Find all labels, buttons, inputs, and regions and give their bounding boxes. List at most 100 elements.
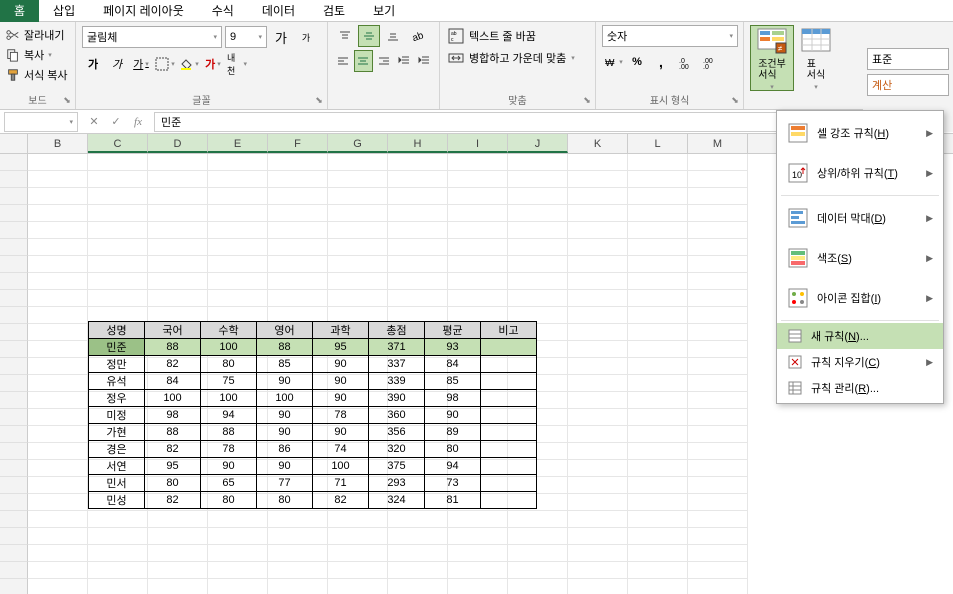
cell[interactable] (688, 443, 748, 460)
row-header[interactable] (0, 409, 28, 426)
increase-decimal-button[interactable]: .0.00 (674, 51, 696, 73)
insert-function-button[interactable]: fx (128, 112, 148, 132)
cell[interactable] (28, 443, 88, 460)
cell[interactable] (688, 256, 748, 273)
cell[interactable] (148, 239, 208, 256)
table-header[interactable]: 총점 (369, 322, 425, 339)
cell[interactable] (88, 545, 148, 562)
table-cell[interactable]: 90 (425, 407, 481, 424)
cell[interactable] (688, 154, 748, 171)
cell[interactable] (688, 375, 748, 392)
row-header[interactable] (0, 545, 28, 562)
cell[interactable] (28, 409, 88, 426)
font-dialog-launcher[interactable]: ⬊ (313, 95, 325, 107)
table-cell[interactable]: 88 (145, 424, 201, 441)
column-header-L[interactable]: L (628, 134, 688, 153)
cell[interactable] (388, 256, 448, 273)
enter-formula-button[interactable]: ✓ (106, 112, 126, 132)
cell[interactable] (448, 256, 508, 273)
cell[interactable] (448, 171, 508, 188)
table-cell[interactable]: 86 (257, 441, 313, 458)
tab-home[interactable]: 홈 (0, 0, 39, 22)
cell[interactable] (448, 188, 508, 205)
cell[interactable] (568, 477, 628, 494)
cell[interactable] (328, 188, 388, 205)
table-cell[interactable]: 90 (313, 390, 369, 407)
cell[interactable] (508, 188, 568, 205)
cell[interactable] (628, 579, 688, 594)
cell[interactable] (268, 205, 328, 222)
tab-data[interactable]: 데이터 (248, 0, 309, 22)
cell[interactable] (508, 171, 568, 188)
table-cell[interactable]: 100 (201, 390, 257, 407)
cell[interactable] (28, 579, 88, 594)
bold-button[interactable]: 가 (82, 53, 104, 75)
cell[interactable] (328, 273, 388, 290)
table-cell[interactable]: 100 (201, 339, 257, 356)
cell[interactable] (568, 392, 628, 409)
table-cell[interactable]: 90 (201, 458, 257, 475)
cell[interactable] (568, 545, 628, 562)
cell[interactable] (208, 562, 268, 579)
cell[interactable] (628, 273, 688, 290)
table-cell[interactable]: 95 (313, 339, 369, 356)
cell[interactable] (388, 511, 448, 528)
cell[interactable] (328, 222, 388, 239)
table-cell[interactable]: 80 (201, 492, 257, 509)
cell[interactable] (208, 154, 268, 171)
cell[interactable] (568, 494, 628, 511)
cf-highlight-cells-rules[interactable]: 셀 강조 규칙(H) ▶ (777, 113, 943, 153)
table-cell[interactable]: 100 (145, 390, 201, 407)
row-header[interactable] (0, 324, 28, 341)
row-header[interactable] (0, 562, 28, 579)
table-cell[interactable]: 320 (369, 441, 425, 458)
table-cell[interactable]: 73 (425, 475, 481, 492)
table-cell[interactable]: 88 (201, 424, 257, 441)
row-header[interactable] (0, 511, 28, 528)
cell[interactable] (568, 460, 628, 477)
format-painter-button[interactable]: 서식 복사 (6, 65, 69, 85)
column-header-F[interactable]: F (268, 134, 328, 153)
cell[interactable] (268, 273, 328, 290)
cell[interactable] (448, 205, 508, 222)
cell[interactable] (148, 188, 208, 205)
table-cell[interactable]: 서연 (89, 458, 145, 475)
row-header[interactable] (0, 392, 28, 409)
cell[interactable] (148, 290, 208, 307)
cell[interactable] (268, 188, 328, 205)
table-cell[interactable]: 80 (201, 356, 257, 373)
cell[interactable] (28, 494, 88, 511)
tab-insert[interactable]: 삽입 (39, 0, 89, 22)
underline-button[interactable]: 가 (130, 53, 152, 75)
cell[interactable] (148, 273, 208, 290)
wrap-text-button[interactable]: abc 텍스트 줄 바꿈 (446, 25, 589, 47)
cell[interactable] (688, 426, 748, 443)
align-right-button[interactable] (375, 50, 393, 72)
table-cell[interactable]: 88 (145, 339, 201, 356)
table-cell[interactable]: 100 (257, 390, 313, 407)
number-format-combo[interactable]: 숫자▾ (602, 25, 738, 47)
cell[interactable] (208, 579, 268, 594)
cell[interactable] (388, 273, 448, 290)
cell[interactable] (208, 511, 268, 528)
table-cell[interactable]: 90 (257, 458, 313, 475)
table-cell[interactable]: 82 (313, 492, 369, 509)
row-header[interactable] (0, 477, 28, 494)
cell[interactable] (388, 562, 448, 579)
cell[interactable] (268, 239, 328, 256)
cell[interactable] (328, 579, 388, 594)
table-row[interactable]: 민성8280808232481 (89, 492, 537, 509)
align-top-button[interactable] (334, 25, 356, 47)
font-size-combo[interactable]: 9▾ (225, 26, 267, 48)
cell[interactable] (448, 222, 508, 239)
cell[interactable] (688, 239, 748, 256)
table-cell[interactable]: 390 (369, 390, 425, 407)
cell[interactable] (268, 171, 328, 188)
cell[interactable] (568, 205, 628, 222)
cell[interactable] (688, 290, 748, 307)
cell[interactable] (628, 545, 688, 562)
cell[interactable] (508, 528, 568, 545)
cell[interactable] (508, 545, 568, 562)
cell[interactable] (628, 290, 688, 307)
cell[interactable] (328, 545, 388, 562)
